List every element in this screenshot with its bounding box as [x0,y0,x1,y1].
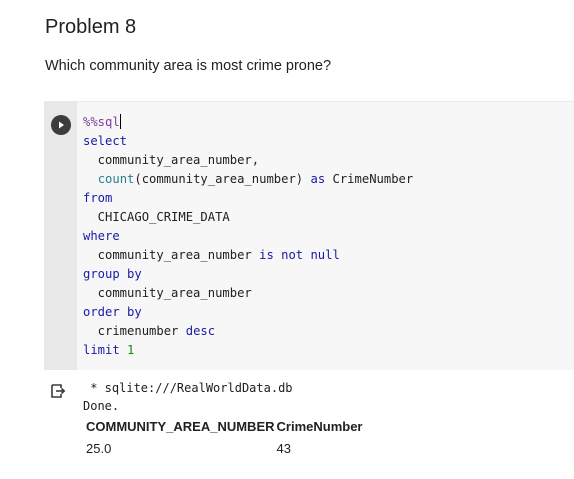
play-icon [59,121,64,129]
code-token: community_area_number [83,286,252,300]
code-editor[interactable]: %%sql select community_area_number, count… [83,113,413,360]
code-line: CHICAGO_CRIME_DATA [83,208,413,227]
code-line: select [83,132,413,151]
code-token: count [97,172,135,186]
code-token: is not null [259,248,340,262]
code-line: from [83,189,413,208]
code-line: order by [83,303,413,322]
status-line: Done. [83,399,120,413]
code-line: group by [83,265,413,284]
cell-crime-number: 43 [276,440,291,456]
code-line: community_area_number, [83,151,413,170]
cell-gutter [44,102,77,370]
code-token: as [310,172,326,186]
code-line: count(community_area_number) as CrimeNum… [83,170,414,189]
question-text: Which community area is most crime prone… [45,58,332,74]
problem-heading: Problem 8 [45,16,137,38]
text-cursor [119,114,121,129]
code-token: desc [185,324,216,338]
output-arrow-icon [51,384,66,398]
code-line: community_area_number is not null [83,246,413,265]
table-row: 25.0 43 [86,435,370,457]
connection-line: * sqlite:///RealWorldData.db [83,381,293,395]
code-token: limit [83,343,120,357]
code-token: %%sql [83,115,120,129]
code-token: group by [83,267,142,281]
result-table: COMMUNITY_AREA_NUMBER CrimeNumber 25.0 4… [86,417,370,457]
code-token: community_area_number, [83,153,260,167]
code-token: 1 [127,343,135,357]
code-line: %%sql [83,113,413,132]
code-token: select [83,134,128,148]
code-line: where [83,227,413,246]
column-header-crime-number: CrimeNumber [276,418,363,434]
code-token: from [83,191,113,205]
code-token: CHICAGO_CRIME_DATA [83,210,230,224]
code-token: where [83,229,120,243]
code-token: CrimeNumber [325,172,414,186]
code-token: crimenumber [83,324,186,338]
code-token: order by [83,305,142,319]
cell-community-area: 25.0 [86,440,112,456]
run-cell-button[interactable] [51,115,71,135]
code-token: community_area_number [83,248,260,262]
cell-output-text: * sqlite:///RealWorldData.db Done. [83,379,293,415]
column-header-community-area: COMMUNITY_AREA_NUMBER [86,418,275,434]
table-header-row: COMMUNITY_AREA_NUMBER CrimeNumber [86,417,370,435]
code-line: crimenumber desc [83,322,413,341]
code-line: limit 1 [83,341,413,360]
code-token: (community_area_number) [134,172,311,186]
code-line: community_area_number [83,284,413,303]
